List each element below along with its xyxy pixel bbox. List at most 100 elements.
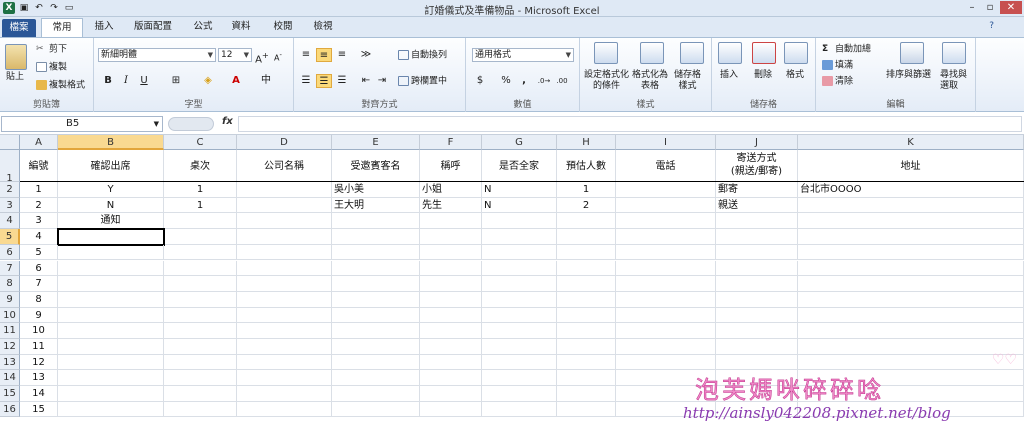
row-header[interactable]: 12 <box>0 339 20 355</box>
cell-C13[interactable] <box>164 354 237 371</box>
increase-indent-icon[interactable]: ⇥ <box>374 74 390 88</box>
column-header-F[interactable]: F <box>420 135 482 150</box>
cell-C11[interactable] <box>164 323 237 339</box>
cell-A13[interactable]: 12 <box>20 354 58 371</box>
cell-G7[interactable] <box>482 260 557 277</box>
cell-G6[interactable] <box>482 244 557 261</box>
borders-icon[interactable]: ⊞ <box>168 74 184 88</box>
tab-page-layout[interactable]: 版面配置 <box>125 18 181 37</box>
comma-button[interactable]: , <box>516 74 532 88</box>
cell-A16[interactable]: 15 <box>20 401 58 418</box>
orientation-icon[interactable]: ≫ <box>358 48 374 62</box>
column-header-G[interactable]: G <box>482 135 557 150</box>
cell-B12[interactable] <box>58 339 164 355</box>
cell-F8[interactable] <box>420 276 482 292</box>
cell-E16[interactable] <box>332 401 420 418</box>
cell-D15[interactable] <box>237 386 332 402</box>
paste-button[interactable]: 貼上 <box>6 72 24 83</box>
font-size-select[interactable]: 12 ▼ <box>218 48 252 62</box>
cell-E4[interactable] <box>332 213 420 230</box>
cell-E13[interactable] <box>332 354 420 371</box>
cell-J3[interactable]: 親送 <box>716 197 798 214</box>
header-cell-C[interactable]: 桌次 <box>164 150 237 182</box>
column-header-B[interactable]: B <box>58 135 164 150</box>
cell-J9[interactable] <box>716 291 798 308</box>
header-cell-D[interactable]: 公司名稱 <box>237 150 332 182</box>
cell-G3[interactable]: N <box>482 197 557 214</box>
font-name-select[interactable]: 新細明體 ▼ <box>98 48 216 62</box>
phonetic-icon[interactable]: 中 <box>258 74 274 88</box>
row-header[interactable]: 6 <box>0 244 20 261</box>
cell-F14[interactable] <box>420 370 482 387</box>
row-header[interactable]: 15 <box>0 386 20 402</box>
cell-K2[interactable]: 台北市OOOO <box>798 182 1024 198</box>
cell-H10[interactable] <box>557 307 616 324</box>
cell-H6[interactable] <box>557 244 616 261</box>
fill-color-icon[interactable]: ◈ <box>200 74 216 88</box>
cell-F13[interactable] <box>420 354 482 371</box>
tab-data[interactable]: 資料 <box>224 18 258 37</box>
cell-A10[interactable]: 9 <box>20 307 58 324</box>
conditional-format-button[interactable]: 設定格式化 的條件 <box>584 70 629 92</box>
format-table-icon[interactable] <box>640 42 664 64</box>
conditional-format-icon[interactable] <box>594 42 618 64</box>
cell-C16[interactable] <box>164 401 237 418</box>
cell-D12[interactable] <box>237 339 332 355</box>
row-header[interactable]: 3 <box>0 197 20 214</box>
cell-I13[interactable] <box>616 354 716 371</box>
cell-C5[interactable] <box>164 229 237 245</box>
row-header[interactable]: 4 <box>0 213 20 230</box>
tab-file[interactable]: 檔案 <box>2 19 36 37</box>
cell-A6[interactable]: 5 <box>20 244 58 261</box>
row-header[interactable]: 16 <box>0 401 20 418</box>
cell-E7[interactable] <box>332 260 420 277</box>
cell-B16[interactable] <box>58 401 164 418</box>
cell-J2[interactable]: 郵寄 <box>716 182 798 198</box>
wrap-text-button[interactable]: 自動換列 <box>398 50 447 62</box>
row-header[interactable]: 10 <box>0 307 20 324</box>
shrink-font-icon[interactable]: A- <box>270 48 286 63</box>
cell-C15[interactable] <box>164 386 237 402</box>
cell-K4[interactable] <box>798 213 1024 230</box>
header-cell-K[interactable]: 地址 <box>798 150 1024 182</box>
tab-view[interactable]: 檢視 <box>306 18 340 37</box>
cell-E3[interactable]: 王大明 <box>332 197 420 214</box>
row-header[interactable]: 5 <box>0 229 20 245</box>
row-header[interactable]: 2 <box>0 182 20 198</box>
cell-E15[interactable] <box>332 386 420 402</box>
cell-C14[interactable] <box>164 370 237 387</box>
cell-K8[interactable] <box>798 276 1024 292</box>
cell-H11[interactable] <box>557 323 616 339</box>
cell-I9[interactable] <box>616 291 716 308</box>
format-cells-icon[interactable] <box>784 42 808 64</box>
cell-H5[interactable] <box>557 229 616 245</box>
cell-F6[interactable] <box>420 244 482 261</box>
column-header-J[interactable]: J <box>716 135 798 150</box>
underline-button[interactable]: U <box>136 74 152 88</box>
row-header[interactable]: 13 <box>0 354 20 371</box>
cell-I2[interactable] <box>616 182 716 198</box>
cell-G16[interactable] <box>482 401 557 418</box>
align-top-icon[interactable]: ≡ <box>298 48 314 62</box>
cell-K7[interactable] <box>798 260 1024 277</box>
cell-B14[interactable] <box>58 370 164 387</box>
cell-A11[interactable]: 10 <box>20 323 58 339</box>
column-header-I[interactable]: I <box>616 135 716 150</box>
header-cell-E[interactable]: 受邀賓客名 <box>332 150 420 182</box>
cell-F16[interactable] <box>420 401 482 418</box>
cell-J11[interactable] <box>716 323 798 339</box>
cell-D3[interactable] <box>237 197 332 214</box>
cell-G9[interactable] <box>482 291 557 308</box>
clear-button[interactable]: 清除 <box>822 76 853 88</box>
grow-font-icon[interactable]: A+ <box>254 48 270 65</box>
cell-I7[interactable] <box>616 260 716 277</box>
cell-E8[interactable] <box>332 276 420 292</box>
font-color-icon[interactable]: A <box>228 74 244 88</box>
cell-K10[interactable] <box>798 307 1024 324</box>
cell-F10[interactable] <box>420 307 482 324</box>
fill-button[interactable]: 填滿 <box>822 60 853 72</box>
cell-F11[interactable] <box>420 323 482 339</box>
binoculars-icon[interactable] <box>942 42 966 64</box>
cell-A4[interactable]: 3 <box>20 213 58 230</box>
cell-E2[interactable]: 吳小美 <box>332 182 420 198</box>
